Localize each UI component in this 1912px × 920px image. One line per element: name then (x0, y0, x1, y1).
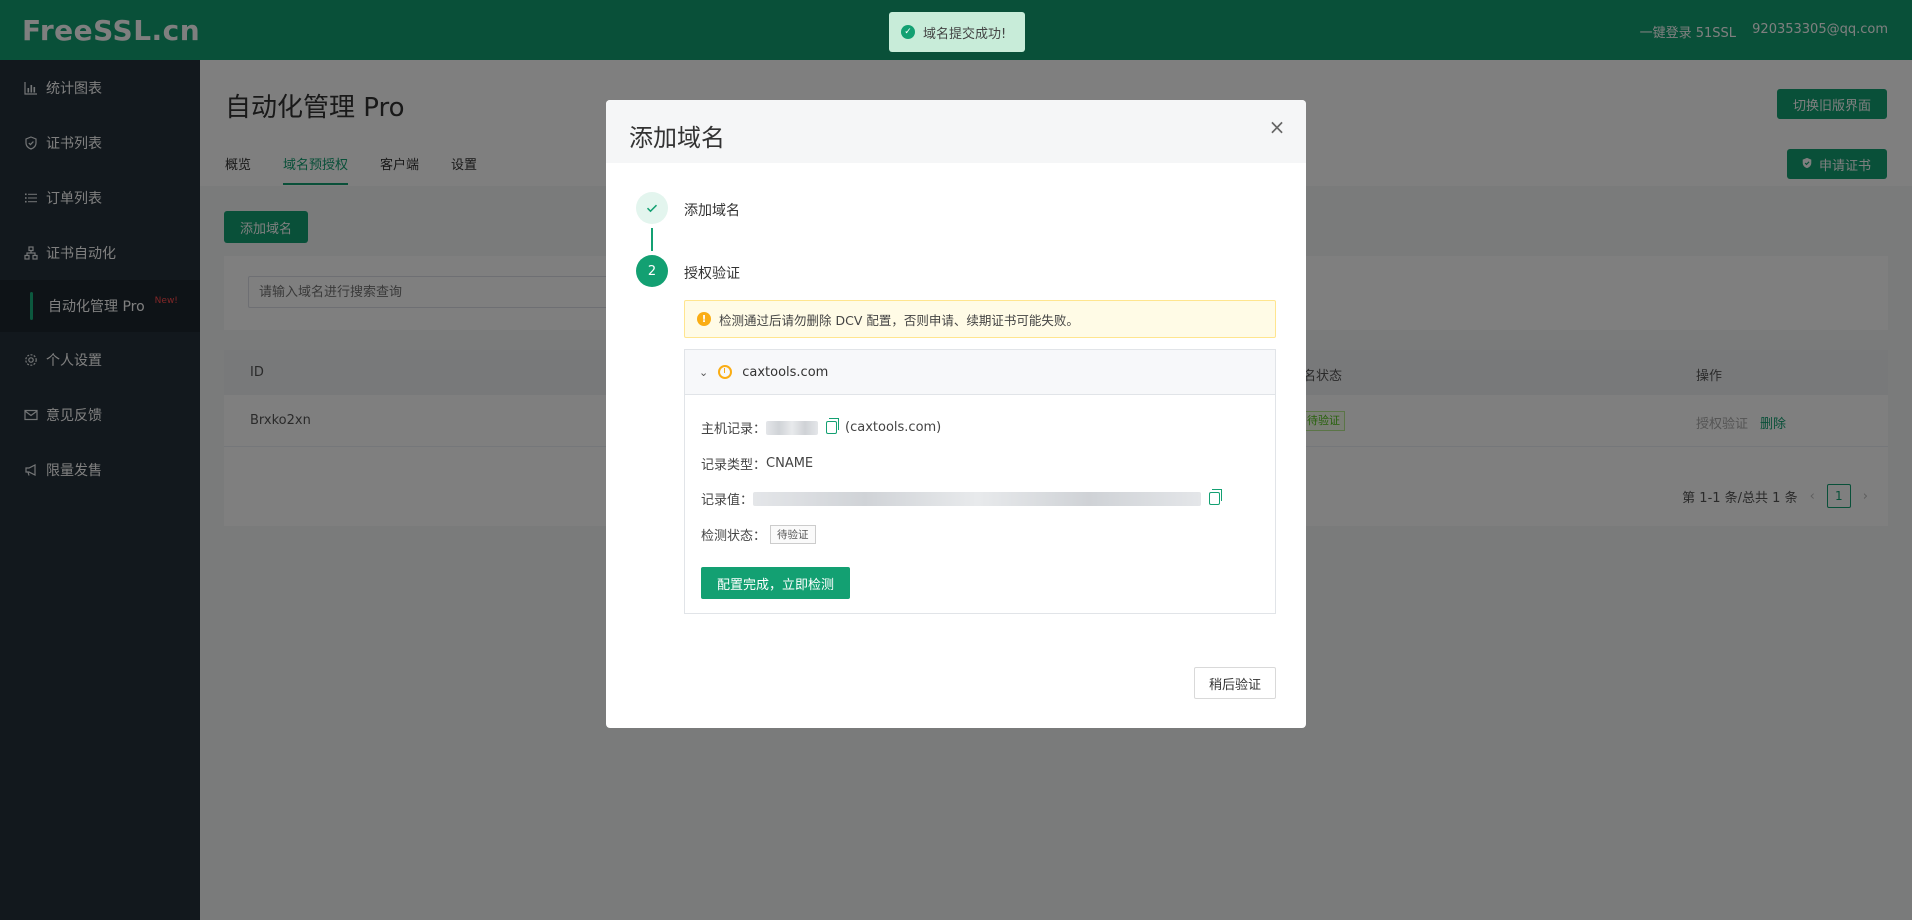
copy-icon[interactable] (1209, 489, 1223, 505)
record-value-row: 记录值： (701, 489, 1228, 508)
domain-panel-header[interactable]: ⌄ caxtools.com (685, 350, 1275, 395)
chevron-down-icon[interactable]: ⌄ (699, 366, 708, 379)
check-status-row: 检测状态： 待验证 (701, 525, 816, 544)
dcv-warning: ! 检测通过后请勿删除 DCV 配置，否则申请、续期证书可能失败。 (684, 300, 1276, 338)
value-label: 记录值： (701, 493, 754, 508)
status-badge: 待验证 (770, 525, 816, 544)
success-toast: ✓ 域名提交成功! (889, 12, 1025, 52)
toast-message: 域名提交成功! (923, 26, 1007, 42)
step-1-label: 添加域名 (684, 203, 740, 219)
type-label: 记录类型： (701, 458, 767, 473)
record-value-redacted (753, 491, 1202, 506)
host-record-row: 主机记录： (caxtools.com) (701, 418, 941, 437)
clock-icon (718, 365, 733, 379)
add-domain-modal: 添加域名 × 添加域名 2 授权验证 ! 检测通过后请勿删除 DCV 配置，否则… (606, 100, 1306, 728)
status-label: 检测状态： (701, 529, 767, 544)
step-2-number: 2 (636, 255, 668, 287)
record-type-row: 记录类型： CNAME (701, 454, 813, 473)
copy-icon[interactable] (826, 418, 840, 434)
warning-text: 检测通过后请勿删除 DCV 配置，否则申请、续期证书可能失败。 (719, 312, 1079, 328)
domain-record-panel: ⌄ caxtools.com 主机记录： (caxtools.com) 记录类型… (684, 349, 1276, 614)
modal-header: 添加域名 × (606, 100, 1306, 163)
close-icon[interactable]: × (1266, 115, 1288, 139)
host-value-redacted (766, 420, 819, 435)
check-now-button[interactable]: 配置完成，立即检测 (701, 567, 851, 599)
step-2-label: 授权验证 (684, 266, 740, 282)
type-value: CNAME (766, 456, 814, 471)
modal-title: 添加域名 (629, 124, 725, 152)
check-circle-icon: ✓ (901, 25, 915, 39)
host-suffix: (caxtools.com) (845, 420, 942, 435)
step-connector (651, 228, 653, 251)
step-1-check-icon (636, 192, 668, 224)
verify-later-button[interactable]: 稍后验证 (1193, 667, 1276, 699)
host-label: 主机记录： (701, 422, 767, 437)
domain-name: caxtools.com (742, 364, 829, 380)
warning-icon: ! (697, 312, 711, 326)
